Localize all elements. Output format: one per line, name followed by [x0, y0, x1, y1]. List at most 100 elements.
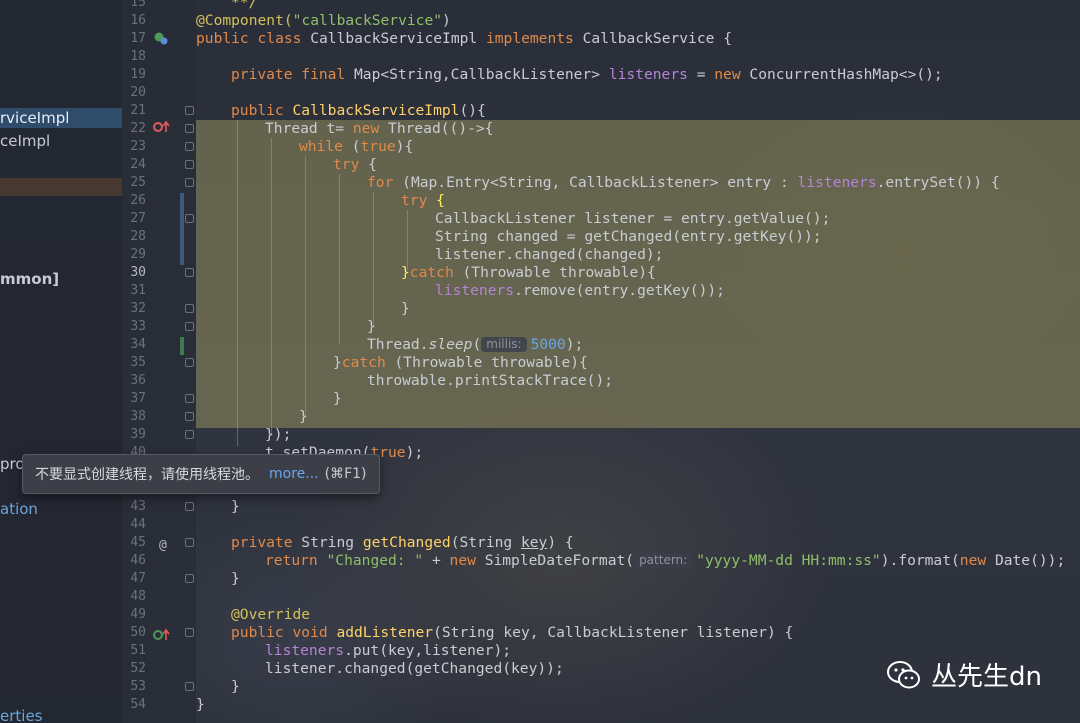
code-line-33[interactable]: } [367, 318, 376, 336]
code-line-19[interactable]: private final Map<String,CallbackListene… [231, 66, 943, 84]
code-line-35[interactable]: }catch (Throwable throwable){ [333, 354, 588, 372]
fold-marker[interactable] [185, 682, 194, 691]
line-number: 34 [130, 337, 146, 352]
fold-marker[interactable] [185, 412, 194, 421]
code-line-39[interactable]: }); [265, 426, 291, 444]
watermark: 丛先生dn [887, 656, 1042, 693]
code-line-51[interactable]: listeners.put(key,listener); [265, 642, 511, 660]
vcs-change-marker[interactable] [180, 193, 184, 265]
code-line-52[interactable]: listener.changed(getChanged(key)); [265, 660, 564, 678]
code-line-54[interactable]: } [196, 696, 205, 714]
override-method-icon[interactable] [153, 628, 173, 647]
code-line-21[interactable]: public CallbackServiceImpl(){ [231, 102, 486, 120]
code-text: .put(key,listener); [344, 642, 512, 659]
code-text: } [196, 696, 205, 713]
tree-item-service-impl[interactable]: ceImpl [0, 131, 50, 151]
tree-item-pro[interactable]: pro [0, 454, 25, 474]
fold-marker[interactable] [185, 124, 194, 133]
code-field: listeners [797, 174, 877, 191]
at-icon[interactable]: @ [159, 537, 167, 555]
code-line-29[interactable]: listener.changed(changed); [435, 246, 663, 264]
fold-marker[interactable] [185, 358, 194, 367]
watermark-text: 丛先生dn [931, 662, 1042, 692]
code-field: listeners [435, 282, 515, 299]
code-line-34[interactable]: Thread.sleep(millis: 5000); [367, 336, 583, 354]
code-line-49[interactable]: @Override [231, 606, 310, 624]
code-line-43[interactable]: } [231, 498, 240, 516]
fold-marker[interactable] [185, 268, 194, 277]
fold-marker[interactable] [185, 106, 194, 115]
spring-bean-icon[interactable] [153, 30, 169, 51]
fold-marker[interactable] [185, 394, 194, 403]
code-line-37[interactable]: } [333, 390, 342, 408]
code-line-38[interactable]: } [299, 408, 308, 426]
line-number: 24 [130, 157, 146, 172]
code-line-45[interactable]: private String getChanged(String key) { [231, 534, 574, 552]
fold-marker[interactable] [185, 538, 194, 547]
code-keyword: try [401, 192, 437, 209]
indent-guide [237, 120, 238, 446]
code-line-26[interactable]: try { [401, 192, 445, 210]
code-line-53[interactable]: } [231, 678, 240, 696]
code-line-46[interactable]: return "Changed: " + new SimpleDateForma… [265, 552, 1065, 570]
code-text: = [687, 66, 715, 83]
code-comment: **/ [231, 0, 258, 11]
fold-marker[interactable] [185, 430, 194, 439]
code-text: (Map.Entry<String, CallbackListener> ent… [402, 174, 798, 191]
line-number: 31 [130, 283, 146, 298]
code-line-24[interactable]: try { [333, 156, 377, 174]
code-line-16[interactable]: @Component("callbackService") [196, 12, 451, 30]
fold-marker[interactable] [185, 574, 194, 583]
code-text: CallbackListener listener = entry.getVal… [435, 210, 831, 227]
tree-item-callback-service-impl[interactable]: rviceImpl [0, 108, 122, 128]
code-text: ( [472, 336, 482, 353]
indent-guide [407, 210, 408, 270]
fold-marker[interactable] [185, 322, 194, 331]
tooltip-more-link[interactable]: more... [269, 466, 319, 482]
code-line-28[interactable]: String changed = getChanged(entry.getKey… [435, 228, 822, 246]
code-text: Thread. [367, 336, 429, 353]
code-keyword: public class [196, 30, 311, 47]
code-class-name: CallbackServiceImpl [310, 30, 486, 47]
code-line-31[interactable]: listeners.remove(entry.getKey()); [435, 282, 725, 300]
code-string: "callbackService" [292, 12, 443, 29]
code-line-25[interactable]: for (Map.Entry<String, CallbackListener>… [367, 174, 1000, 192]
fold-marker[interactable] [185, 628, 194, 637]
tree-item-common-module[interactable]: mmon] [0, 269, 59, 289]
code-line-17[interactable]: public class CallbackServiceImpl impleme… [196, 30, 732, 48]
code-line-32[interactable]: } [401, 300, 410, 318]
code-line-36[interactable]: throwable.printStackTrace(); [367, 372, 613, 390]
code-line-27[interactable]: CallbackListener listener = entry.getVal… [435, 210, 830, 228]
override-implement-icon[interactable] [153, 120, 173, 139]
tree-highlight-strip [0, 178, 122, 196]
fold-marker[interactable] [185, 142, 194, 151]
code-text: } [231, 678, 240, 695]
line-number: 27 [130, 211, 146, 226]
code-text: { [368, 156, 377, 173]
vcs-change-marker[interactable] [180, 337, 184, 355]
code-keyword: for [367, 174, 403, 191]
code-keyword: new [714, 66, 750, 83]
code-line-15[interactable]: **/ [231, 0, 257, 12]
fold-marker[interactable] [185, 178, 194, 187]
tree-item-properties[interactable]: erties [0, 706, 43, 723]
code-line-47[interactable]: } [231, 570, 240, 588]
project-panel[interactable]: rviceImpl ceImpl mmon] pro ation erties [0, 0, 123, 723]
code-keyword: new [352, 120, 389, 137]
code-line-30[interactable]: }catch (Throwable throwable){ [401, 264, 656, 282]
fold-marker[interactable] [185, 214, 194, 223]
parameter-hint: pattern: [634, 553, 693, 568]
fold-marker[interactable] [185, 160, 194, 169]
code-keyword: private final [231, 66, 355, 83]
fold-marker[interactable] [185, 304, 194, 313]
code-line-22[interactable]: Thread t= new Thread(()->{ [265, 120, 493, 138]
line-number: 23 [130, 139, 146, 154]
code-text: Thread(()->{ [388, 120, 494, 137]
code-keyword: new [449, 552, 485, 569]
code-line-23[interactable]: while (true){ [299, 138, 413, 156]
code-line-50[interactable]: public void addListener(String key, Call… [231, 624, 793, 642]
line-number: 22 [130, 121, 146, 136]
fold-marker[interactable] [185, 502, 194, 511]
line-number: 15 [130, 0, 146, 10]
tree-item-application[interactable]: ation [0, 499, 38, 519]
